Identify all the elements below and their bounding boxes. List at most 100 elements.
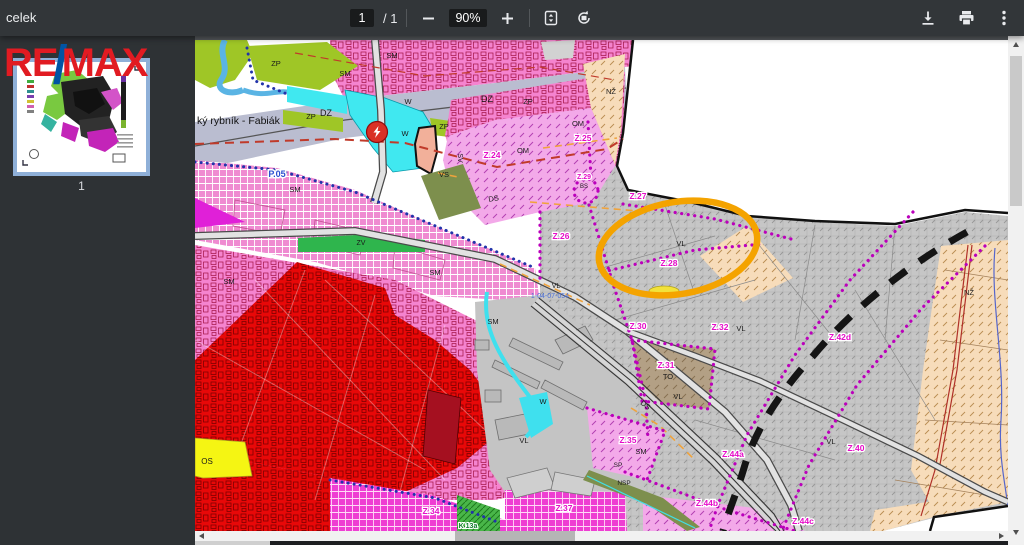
map-label-nsp: NSP [617,480,630,487]
map-label-zp: ZP [271,59,281,68]
zoom-level-display[interactable]: 90% [449,9,486,27]
map-zones [195,40,1008,531]
download-button[interactable] [916,6,940,30]
map-label-z-42d: Z.42d [829,332,851,342]
vertical-scrollbar-thumb[interactable] [1010,56,1022,206]
map-label-z-30: Z.30 [629,321,646,331]
map-label-dz: DZ [481,94,493,104]
map-label-sm: SM [386,51,397,60]
thumbnail-page-number: 1 [0,179,163,193]
map-label-sm: SM [339,69,350,78]
horizontal-scrollbar[interactable] [195,531,1008,541]
more-menu-icon [1002,10,1006,26]
scroll-left-icon[interactable] [199,533,204,539]
location-marker [367,122,388,143]
map-label-1-04-07-054: 1-04-07-054 [531,293,569,300]
pdf-toolbar: celek 1 / 1 90% [0,0,1024,36]
map-label-z-27: Z.27 [629,191,646,201]
map-label-z-28: Z.28 [660,258,677,268]
map-label-p-05: P.05 [268,169,285,179]
remax-logo: RE/MAX [4,38,147,92]
print-button[interactable] [954,6,978,30]
rotate-button[interactable] [572,6,596,30]
map-label-vl: VL [676,239,685,248]
scroll-up-icon[interactable] [1013,42,1019,47]
zoom-out-button[interactable] [416,6,440,30]
pdf-page-zoning-map[interactable]: Z.24 Z.25 Z.29 Z.27 Z.26 Z.28 Z.30 Z.32 Z.31 Z.42… [195,40,1008,531]
pdf-viewer-window: celek 1 / 1 90% [0,0,1024,545]
map-label-z-44a: Z.44a [722,449,744,459]
map-label-z-29: Z.29 [577,174,591,181]
map-label-z-32: Z.32 [711,322,728,332]
map-label-sm: SM [635,447,646,456]
map-label-om: OM [517,146,529,155]
map-label-zp: ZP [306,112,316,121]
map-label-k-13a: K 13a [459,523,478,530]
map-label-zp: ZP [523,97,533,106]
scrollbar-corner [1008,541,1024,545]
zoning-map: Z.24 Z.25 Z.29 Z.27 Z.26 Z.28 Z.30 Z.32 Z.31 Z.42… [195,40,1008,531]
fit-page-button[interactable] [539,6,563,30]
toolbar-divider [529,9,530,27]
print-icon [958,10,975,26]
page-total-label: / 1 [383,11,397,26]
map-label-sm: SM [223,277,234,286]
page-number-input[interactable]: 1 [350,9,374,27]
map-label-n-: NŽ [606,87,616,96]
horizontal-scrollbar-thumb[interactable] [455,531,575,541]
scroll-right-icon[interactable] [999,533,1004,539]
map-label-sm: SM [429,268,440,277]
toolbar-right-controls [916,0,1016,36]
map-label-zv: ZV [357,240,366,247]
map-label-sm: SM [487,317,498,326]
window-bottom-edge [195,541,1024,545]
map-label-vl: VL [826,437,835,446]
fit-page-icon [543,10,559,26]
map-label-sm: SM [289,185,300,194]
remax-logo-max: MAX [62,41,148,85]
map-label-z-40: Z.40 [847,443,864,453]
map-label-bs: BS [580,184,588,190]
map-label-vs: VS [439,170,449,179]
map-label-z-34: Z.34 [422,506,439,516]
toolbar-center-controls: 1 / 1 90% [350,0,596,36]
map-label-sv: SV [456,153,463,163]
toolbar-divider [406,9,407,27]
thumbnail-sidebar: 1 [0,36,195,545]
map-label-n-: NŽ [964,288,974,297]
map-label-z-24: Z.24 [483,150,500,160]
map-label-vl: VL [519,436,528,445]
map-label-z-44b: Z.44b [696,498,718,508]
download-icon [920,10,936,26]
document-title: celek [6,10,36,25]
map-label-sp: SP [614,462,623,469]
map-label-ds: DS [488,193,500,204]
map-label-w: W [539,397,547,406]
map-label-z-26: Z.26 [552,231,569,241]
map-label-w: W [401,129,409,138]
map-label-vl: VL [673,392,682,401]
map-label-k-rybn-k-fabi-k: ký rybník - Fabiák [197,115,281,127]
map-label-vl: VL [552,283,561,290]
zoom-in-icon [501,12,514,25]
map-label-om: OM [572,119,584,128]
remax-logo-re: RE [4,41,58,85]
more-menu-button[interactable] [992,6,1016,30]
scrollbar-corner [195,541,270,545]
map-label-z-31: Z.31 [657,360,674,370]
map-label-dz: DZ [320,108,332,118]
map-label-to: TO [663,372,673,381]
zoom-in-button[interactable] [496,6,520,30]
zoom-out-icon [422,12,435,25]
map-label-zp: ZP [439,122,449,131]
map-label-w: W [404,97,412,106]
vertical-scrollbar[interactable] [1008,36,1024,541]
scroll-down-icon[interactable] [1013,530,1019,535]
map-label-os: OS [201,457,213,466]
rotate-icon [576,10,592,26]
map-label-z-35: Z.35 [619,435,636,445]
map-label-z-37: Z.37 [555,503,572,513]
map-label-z-25: Z.25 [574,133,591,143]
map-label-vl: VL [736,324,745,333]
map-label-z-44c: Z.44c [792,516,814,526]
